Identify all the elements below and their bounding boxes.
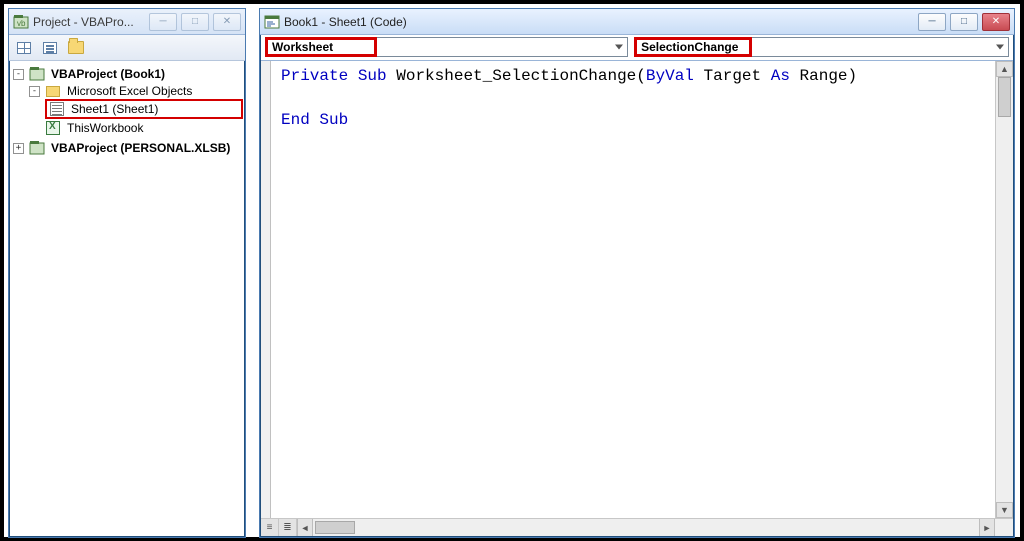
code-dropdown-row: Worksheet SelectionChange — [261, 36, 1013, 60]
full-module-view-button[interactable]: ≣ — [279, 519, 297, 536]
expander-icon[interactable]: - — [13, 69, 24, 80]
close-button[interactable]: ✕ — [213, 13, 241, 31]
view-object-button[interactable] — [39, 38, 61, 58]
view-code-button[interactable] — [13, 38, 35, 58]
minimize-button[interactable]: ─ — [149, 13, 177, 31]
vba-project-icon: vb — [13, 14, 29, 30]
tree-label: Microsoft Excel Objects — [65, 84, 194, 98]
scroll-corner — [995, 519, 1013, 536]
project-explorer-title: Project - VBAPro... — [33, 15, 134, 29]
code-editor-area[interactable]: Private Sub Worksheet_SelectionChange(By… — [261, 60, 1013, 536]
scroll-thumb[interactable] — [998, 77, 1011, 117]
tree-label: VBAProject (Book1) — [49, 67, 167, 81]
procedure-dropdown-value: SelectionChange — [641, 40, 738, 54]
tree-node-sheet1[interactable]: Sheet1 (Sheet1) — [45, 99, 243, 119]
scroll-left-button[interactable]: ◄ — [297, 519, 313, 536]
scroll-right-button[interactable]: ► — [979, 519, 995, 536]
expander-icon[interactable]: + — [13, 143, 24, 154]
tree-node-excel-objects[interactable]: - Microsoft Excel Objects — [29, 83, 243, 99]
chevron-down-icon — [615, 45, 623, 50]
expander-icon[interactable]: - — [29, 86, 40, 97]
tree-label: VBAProject (PERSONAL.XLSB) — [49, 141, 232, 155]
project-explorer-titlebar[interactable]: vb Project - VBAPro... ─ □ ✕ — [9, 9, 245, 35]
horizontal-scrollbar[interactable]: ≡ ≣ ◄ ► — [261, 518, 1013, 536]
project-explorer-toolbar — [9, 35, 245, 61]
chevron-down-icon — [996, 45, 1004, 50]
object-dropdown-value: Worksheet — [272, 40, 333, 54]
code-module-icon — [264, 14, 280, 30]
tree-label: ThisWorkbook — [65, 121, 145, 135]
tree-node-thisworkbook[interactable]: ThisWorkbook — [45, 120, 243, 136]
project-tree: - VBAProject (Book1) - Microsoft Excel O… — [9, 61, 245, 161]
code-window: Book1 - Sheet1 (Code) ─ □ ✕ Worksheet Se… — [259, 8, 1015, 538]
code-window-title: Book1 - Sheet1 (Code) — [284, 15, 407, 29]
vba-project-icon — [29, 66, 45, 82]
folder-icon — [68, 41, 84, 54]
procedure-view-button[interactable]: ≡ — [261, 519, 279, 536]
code-window-titlebar[interactable]: Book1 - Sheet1 (Code) ─ □ ✕ — [260, 9, 1014, 35]
scroll-up-button[interactable]: ▲ — [996, 61, 1013, 77]
vba-project-icon — [29, 140, 45, 156]
tree-node-vbaproject-book1[interactable]: - VBAProject (Book1) — [13, 66, 243, 82]
tree-label: Sheet1 (Sheet1) — [69, 102, 160, 116]
close-button[interactable]: ✕ — [982, 13, 1010, 31]
tree-node-vbaproject-personal[interactable]: + VBAProject (PERSONAL.XLSB) — [13, 140, 243, 156]
worksheet-icon — [49, 101, 65, 117]
view-object-icon — [43, 42, 57, 54]
scroll-track[interactable] — [313, 519, 979, 536]
code-text[interactable]: Private Sub Worksheet_SelectionChange(By… — [271, 61, 995, 518]
maximize-button[interactable]: □ — [181, 13, 209, 31]
project-explorer-window: vb Project - VBAPro... ─ □ ✕ - VBAPro — [8, 8, 246, 538]
object-dropdown[interactable]: Worksheet — [265, 37, 628, 57]
toggle-folders-button[interactable] — [65, 38, 87, 58]
margin-indicator-bar — [261, 61, 271, 518]
maximize-button[interactable]: □ — [950, 13, 978, 31]
vba-editor-stage: vb Project - VBAPro... ─ □ ✕ - VBAPro — [0, 0, 1024, 541]
minimize-button[interactable]: ─ — [918, 13, 946, 31]
scroll-thumb[interactable] — [315, 521, 355, 534]
view-code-icon — [17, 42, 31, 54]
svg-text:vb: vb — [17, 19, 26, 28]
scroll-down-button[interactable]: ▼ — [996, 502, 1013, 518]
procedure-dropdown[interactable]: SelectionChange — [634, 37, 1009, 57]
vertical-scrollbar[interactable]: ▲ ▼ — [995, 61, 1013, 518]
workbook-icon — [45, 120, 61, 136]
folder-icon — [45, 83, 61, 99]
